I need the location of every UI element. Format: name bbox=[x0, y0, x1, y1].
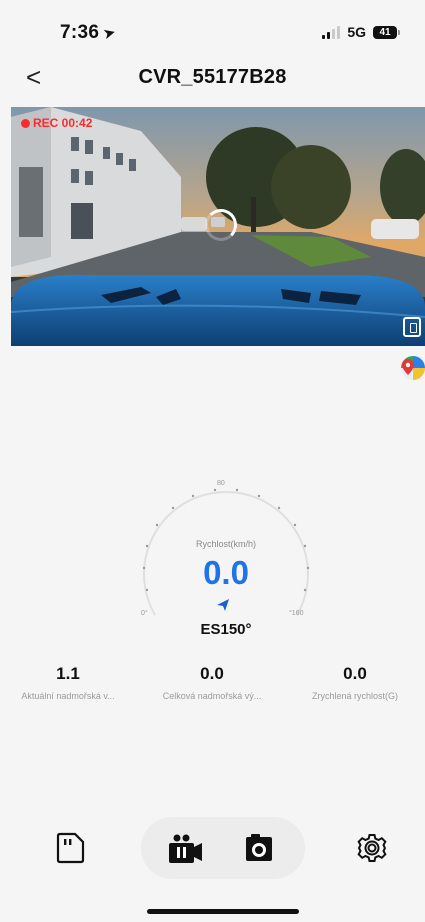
bottom-toolbar bbox=[0, 815, 425, 881]
rec-indicator: REC 00:42 bbox=[21, 116, 92, 130]
heading-value: ES150° bbox=[200, 621, 252, 638]
page-title: CVR_55177B28 bbox=[138, 66, 287, 88]
gauge-mid-label: 80 bbox=[217, 480, 225, 487]
video-record-icon bbox=[169, 834, 202, 863]
status-bar: 7:36 ➤ 5G 41 bbox=[0, 0, 425, 60]
stat-label: Zrychlená rychlost(G) bbox=[311, 691, 399, 701]
stat-label: Aktuální nadmořská v... bbox=[21, 691, 115, 701]
time-text: 7:36 bbox=[60, 22, 100, 43]
gauge-min-label: 0° bbox=[141, 610, 148, 617]
fullscreen-button[interactable] bbox=[403, 317, 421, 337]
map-pin-icon bbox=[401, 356, 425, 380]
live-video-preview[interactable]: REC 00:42 bbox=[11, 107, 425, 346]
speedometer: 80 0° °160 Rychlost(km/h) 0.0 ES150° bbox=[133, 470, 319, 650]
photo-capture-button[interactable] bbox=[243, 832, 275, 864]
video-record-button[interactable] bbox=[166, 833, 204, 865]
stat-value: 0.0 bbox=[343, 664, 367, 683]
loading-spinner-icon bbox=[205, 209, 237, 241]
rec-label: REC 00:42 bbox=[33, 116, 93, 130]
speed-label: Rychlost(km/h) bbox=[195, 539, 256, 549]
battery-icon: 41 bbox=[373, 25, 400, 39]
nav-bar: < CVR_55177B28 bbox=[0, 62, 425, 96]
heading-arrow-icon bbox=[217, 599, 229, 611]
stat-value: 1.1 bbox=[56, 664, 80, 683]
stat-acceleration: 0.0 Zrychlená rychlost(G) bbox=[285, 664, 425, 701]
camera-icon bbox=[246, 834, 272, 861]
stat-current-altitude: 1.1 Aktuální nadmořská v... bbox=[0, 664, 138, 701]
record-capture-group bbox=[141, 817, 305, 879]
network-type: 5G bbox=[347, 24, 366, 40]
stat-label: Celková nadmořská vý... bbox=[162, 691, 262, 701]
rec-dot-icon bbox=[21, 118, 30, 128]
gear-icon bbox=[357, 834, 387, 862]
sd-card-icon bbox=[56, 832, 85, 864]
sd-card-button[interactable] bbox=[56, 832, 85, 864]
status-indicators: 5G 41 bbox=[322, 24, 400, 40]
battery-level: 41 bbox=[379, 26, 391, 38]
stat-total-altitude: 0.0 Celková nadmořská vý... bbox=[142, 664, 282, 701]
settings-button[interactable] bbox=[357, 833, 387, 863]
status-time: 7:36 ➤ bbox=[60, 22, 119, 44]
stats-row: 1.1 Aktuální nadmořská v... 0.0 Celková … bbox=[0, 664, 425, 714]
signal-bars-icon bbox=[322, 25, 341, 39]
map-button[interactable] bbox=[397, 353, 425, 383]
stat-value: 0.0 bbox=[200, 664, 224, 683]
location-arrow-icon: ➤ bbox=[101, 23, 119, 44]
home-indicator bbox=[147, 909, 299, 914]
gauge-max-label: °160 bbox=[289, 610, 304, 617]
speed-value: 0.0 bbox=[203, 554, 249, 591]
